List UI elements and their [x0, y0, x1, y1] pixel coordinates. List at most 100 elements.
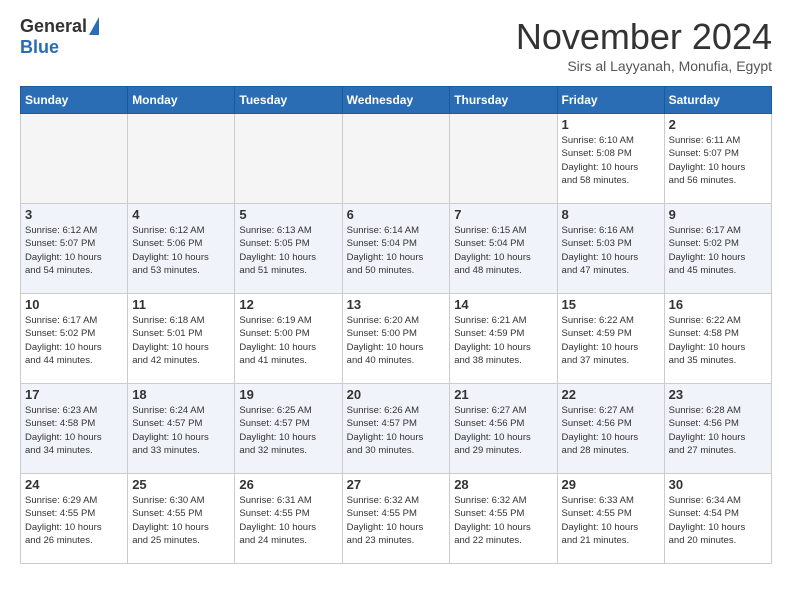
calendar-day-cell	[342, 114, 450, 204]
calendar-day-cell	[128, 114, 235, 204]
day-number: 4	[132, 207, 230, 222]
day-number: 8	[562, 207, 660, 222]
day-number: 22	[562, 387, 660, 402]
day-header-saturday: Saturday	[664, 87, 771, 114]
day-header-wednesday: Wednesday	[342, 87, 450, 114]
day-number: 20	[347, 387, 446, 402]
day-number: 27	[347, 477, 446, 492]
calendar-day-cell: 24 Sunrise: 6:29 AMSunset: 4:55 PMDayligh…	[21, 474, 128, 564]
day-number: 2	[669, 117, 767, 132]
logo-blue-text: Blue	[20, 37, 59, 58]
day-number: 30	[669, 477, 767, 492]
calendar-day-cell: 16 Sunrise: 6:22 AMSunset: 4:58 PMDayligh…	[664, 294, 771, 384]
day-info: Sunrise: 6:28 AMSunset: 4:56 PMDaylight:…	[669, 404, 767, 457]
day-info: Sunrise: 6:19 AMSunset: 5:00 PMDaylight:…	[239, 314, 337, 367]
day-info: Sunrise: 6:12 AMSunset: 5:07 PMDaylight:…	[25, 224, 123, 277]
calendar-day-cell: 12Sunrise: 6:19 AMSunset: 5:00 PMDayligh…	[235, 294, 342, 384]
calendar-day-cell: 10Sunrise: 6:17 AMSunset: 5:02 PMDayligh…	[21, 294, 128, 384]
calendar-day-cell: 15 Sunrise: 6:22 AMSunset: 4:59 PMDayligh…	[557, 294, 664, 384]
month-title: November 2024	[516, 16, 772, 58]
calendar-week-row: 3 Sunrise: 6:12 AMSunset: 5:07 PMDaylight…	[21, 204, 772, 294]
day-number: 25	[132, 477, 230, 492]
day-header-thursday: Thursday	[450, 87, 557, 114]
page-header: General Blue November 2024 Sirs al Layya…	[20, 16, 772, 74]
day-number: 7	[454, 207, 552, 222]
day-number: 23	[669, 387, 767, 402]
day-info: Sunrise: 6:17 AMSunset: 5:02 PMDaylight:…	[25, 314, 123, 367]
calendar-week-row: 17 Sunrise: 6:23 AMSunset: 4:58 PMDayligh…	[21, 384, 772, 474]
day-info: Sunrise: 6:22 AMSunset: 4:58 PMDaylight:…	[669, 314, 767, 367]
day-info: Sunrise: 6:34 AMSunset: 4:54 PMDaylight:…	[669, 494, 767, 547]
calendar-day-cell: 25 Sunrise: 6:30 AMSunset: 4:55 PMDayligh…	[128, 474, 235, 564]
calendar-day-cell: 7Sunrise: 6:15 AMSunset: 5:04 PMDaylight…	[450, 204, 557, 294]
day-number: 28	[454, 477, 552, 492]
day-info: Sunrise: 6:31 AMSunset: 4:55 PMDaylight:…	[239, 494, 337, 547]
day-header-tuesday: Tuesday	[235, 87, 342, 114]
day-number: 16	[669, 297, 767, 312]
calendar-week-row: 1 Sunrise: 6:10 AMSunset: 5:08 PMDaylight…	[21, 114, 772, 204]
calendar-header-row: SundayMondayTuesdayWednesdayThursdayFrid…	[21, 87, 772, 114]
day-number: 24	[25, 477, 123, 492]
calendar-day-cell: 20Sunrise: 6:26 AMSunset: 4:57 PMDayligh…	[342, 384, 450, 474]
day-number: 29	[562, 477, 660, 492]
day-info: Sunrise: 6:30 AMSunset: 4:55 PMDaylight:…	[132, 494, 230, 547]
calendar-day-cell: 11Sunrise: 6:18 AMSunset: 5:01 PMDayligh…	[128, 294, 235, 384]
day-info: Sunrise: 6:10 AMSunset: 5:08 PMDaylight:…	[562, 134, 660, 187]
day-info: Sunrise: 6:16 AMSunset: 5:03 PMDaylight:…	[562, 224, 660, 277]
location-subtitle: Sirs al Layyanah, Monufia, Egypt	[516, 58, 772, 74]
day-info: Sunrise: 6:22 AMSunset: 4:59 PMDaylight:…	[562, 314, 660, 367]
day-info: Sunrise: 6:27 AMSunset: 4:56 PMDaylight:…	[562, 404, 660, 457]
day-header-friday: Friday	[557, 87, 664, 114]
day-info: Sunrise: 6:11 AMSunset: 5:07 PMDaylight:…	[669, 134, 767, 187]
day-info: Sunrise: 6:24 AMSunset: 4:57 PMDaylight:…	[132, 404, 230, 457]
day-number: 14	[454, 297, 552, 312]
logo-triangle-icon	[89, 17, 99, 35]
day-info: Sunrise: 6:17 AMSunset: 5:02 PMDaylight:…	[669, 224, 767, 277]
day-info: Sunrise: 6:18 AMSunset: 5:01 PMDaylight:…	[132, 314, 230, 367]
day-number: 15	[562, 297, 660, 312]
day-header-sunday: Sunday	[21, 87, 128, 114]
logo-general-text: General	[20, 16, 87, 37]
day-number: 1	[562, 117, 660, 132]
calendar-week-row: 10Sunrise: 6:17 AMSunset: 5:02 PMDayligh…	[21, 294, 772, 384]
calendar-day-cell	[450, 114, 557, 204]
day-number: 6	[347, 207, 446, 222]
day-info: Sunrise: 6:25 AMSunset: 4:57 PMDaylight:…	[239, 404, 337, 457]
day-info: Sunrise: 6:32 AMSunset: 4:55 PMDaylight:…	[454, 494, 552, 547]
day-number: 5	[239, 207, 337, 222]
day-number: 3	[25, 207, 123, 222]
calendar-day-cell: 4 Sunrise: 6:12 AMSunset: 5:06 PMDaylight…	[128, 204, 235, 294]
calendar-day-cell: 3 Sunrise: 6:12 AMSunset: 5:07 PMDaylight…	[21, 204, 128, 294]
day-info: Sunrise: 6:23 AMSunset: 4:58 PMDaylight:…	[25, 404, 123, 457]
day-info: Sunrise: 6:14 AMSunset: 5:04 PMDaylight:…	[347, 224, 446, 277]
day-info: Sunrise: 6:12 AMSunset: 5:06 PMDaylight:…	[132, 224, 230, 277]
calendar-day-cell: 29 Sunrise: 6:33 AMSunset: 4:55 PMDayligh…	[557, 474, 664, 564]
day-info: Sunrise: 6:32 AMSunset: 4:55 PMDaylight:…	[347, 494, 446, 547]
day-info: Sunrise: 6:20 AMSunset: 5:00 PMDaylight:…	[347, 314, 446, 367]
calendar-day-cell: 6 Sunrise: 6:14 AMSunset: 5:04 PMDaylight…	[342, 204, 450, 294]
calendar-day-cell: 27 Sunrise: 6:32 AMSunset: 4:55 PMDayligh…	[342, 474, 450, 564]
day-number: 26	[239, 477, 337, 492]
day-number: 17	[25, 387, 123, 402]
calendar-day-cell: 1 Sunrise: 6:10 AMSunset: 5:08 PMDaylight…	[557, 114, 664, 204]
calendar-day-cell: 26 Sunrise: 6:31 AMSunset: 4:55 PMDayligh…	[235, 474, 342, 564]
calendar-day-cell: 28 Sunrise: 6:32 AMSunset: 4:55 PMDayligh…	[450, 474, 557, 564]
title-section: November 2024 Sirs al Layyanah, Monufia,…	[516, 16, 772, 74]
calendar-day-cell	[21, 114, 128, 204]
calendar-day-cell	[235, 114, 342, 204]
day-header-monday: Monday	[128, 87, 235, 114]
calendar-day-cell: 30 Sunrise: 6:34 AMSunset: 4:54 PMDayligh…	[664, 474, 771, 564]
calendar-day-cell: 8 Sunrise: 6:16 AMSunset: 5:03 PMDaylight…	[557, 204, 664, 294]
calendar-day-cell: 22 Sunrise: 6:27 AMSunset: 4:56 PMDayligh…	[557, 384, 664, 474]
day-info: Sunrise: 6:21 AMSunset: 4:59 PMDaylight:…	[454, 314, 552, 367]
calendar-day-cell: 21Sunrise: 6:27 AMSunset: 4:56 PMDayligh…	[450, 384, 557, 474]
calendar-day-cell: 13 Sunrise: 6:20 AMSunset: 5:00 PMDayligh…	[342, 294, 450, 384]
day-info: Sunrise: 6:27 AMSunset: 4:56 PMDaylight:…	[454, 404, 552, 457]
logo: General Blue	[20, 16, 99, 58]
day-info: Sunrise: 6:29 AMSunset: 4:55 PMDaylight:…	[25, 494, 123, 547]
day-info: Sunrise: 6:33 AMSunset: 4:55 PMDaylight:…	[562, 494, 660, 547]
calendar-day-cell: 2 Sunrise: 6:11 AMSunset: 5:07 PMDaylight…	[664, 114, 771, 204]
calendar-day-cell: 23 Sunrise: 6:28 AMSunset: 4:56 PMDayligh…	[664, 384, 771, 474]
calendar-day-cell: 19Sunrise: 6:25 AMSunset: 4:57 PMDayligh…	[235, 384, 342, 474]
day-number: 13	[347, 297, 446, 312]
